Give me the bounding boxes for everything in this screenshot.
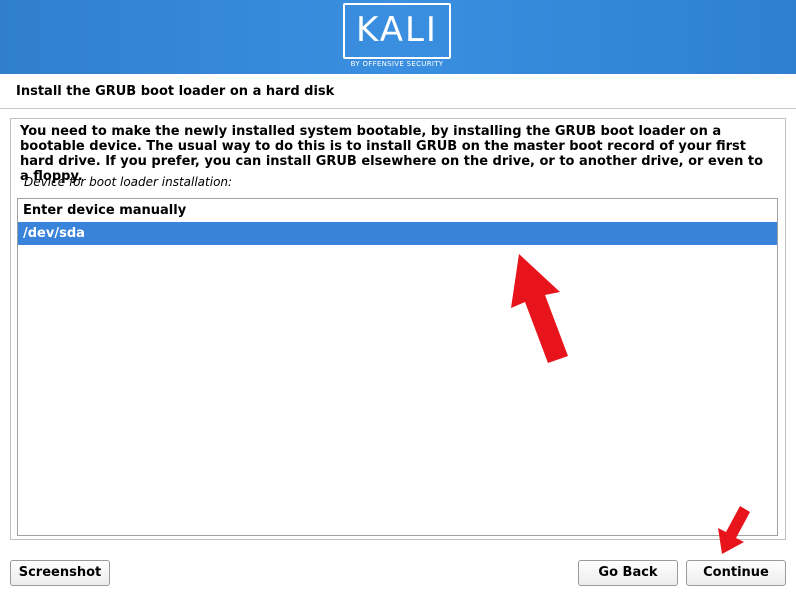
list-item-enter-manually[interactable]: Enter device manually [18, 199, 777, 222]
red-arrow-icon-continue [718, 506, 750, 554]
title-divider [0, 108, 796, 109]
go-back-button[interactable]: Go Back [578, 560, 678, 586]
red-arrow-icon [511, 254, 568, 363]
screenshot-button[interactable]: Screenshot [10, 560, 110, 586]
kali-logo: KALI [343, 3, 451, 59]
device-prompt: Device for boot loader installation: [24, 175, 233, 189]
continue-button[interactable]: Continue [686, 560, 786, 586]
logo-text: KALI [356, 10, 438, 50]
list-item-dev-sda[interactable]: /dev/sda [18, 222, 777, 245]
page-title: Install the GRUB boot loader on a hard d… [16, 84, 335, 99]
device-list[interactable]: Enter device manually /dev/sda [17, 198, 778, 536]
logo-subtitle: BY OFFENSIVE SECURITY [350, 60, 444, 68]
